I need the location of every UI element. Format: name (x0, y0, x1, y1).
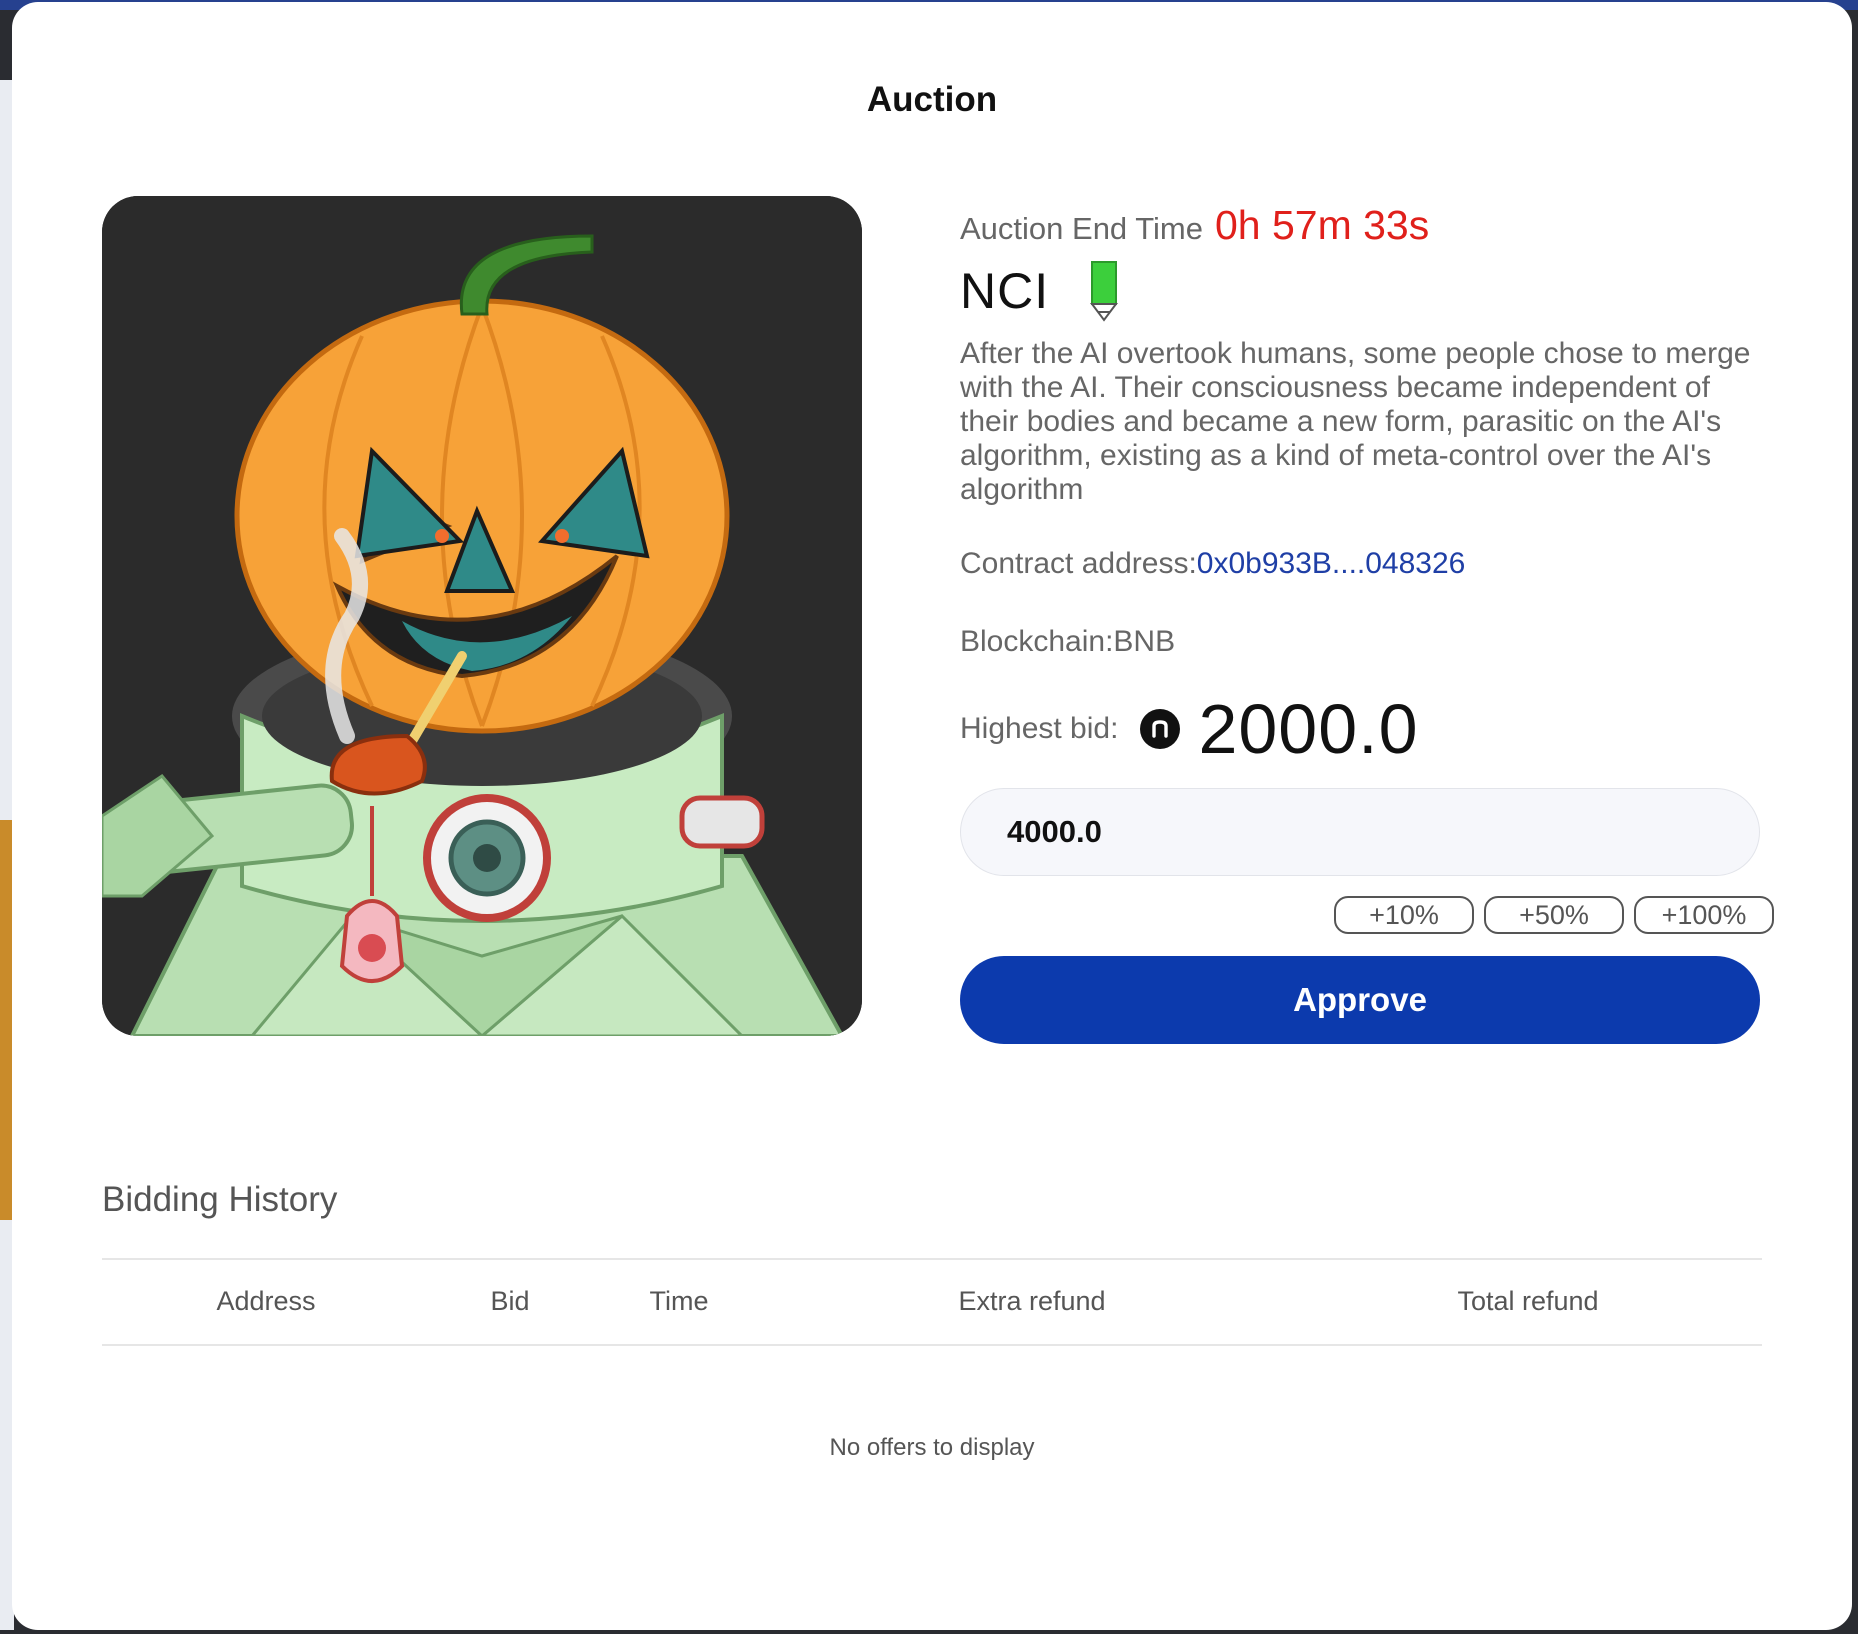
approve-button[interactable]: Approve (960, 956, 1760, 1044)
highest-bid-value: 2000.0 (1198, 690, 1419, 768)
column-total-refund: Total refund (1457, 1286, 1599, 1316)
blockchain-row: Blockchain:BNB (960, 625, 1772, 659)
highest-bid-label: Highest bid: (960, 712, 1119, 745)
green-pencil-badge-icon (1090, 261, 1119, 322)
column-address: Address (216, 1286, 316, 1316)
blockchain-value: BNB (1113, 625, 1176, 658)
column-bid: Bid (490, 1286, 530, 1316)
bidding-history-table: Address Bid Time Extra refund Total refu… (102, 1258, 1762, 1346)
auction-modal: Auction Auction End Time 0h 57m 33s NCI … (12, 2, 1852, 1630)
bidding-history-title: Bidding History (102, 1180, 338, 1219)
contract-address-link[interactable]: 0x0b933B....048326 (1197, 547, 1466, 580)
end-time-label: Auction End Time (960, 211, 1203, 246)
auction-end-time: Auction End Time 0h 57m 33s (960, 202, 1772, 249)
increment-10-button[interactable]: +10% (1334, 896, 1474, 934)
column-time: Time (649, 1286, 709, 1316)
nft-name: NCI (960, 263, 1050, 319)
contract-address-label: Contract address: (960, 547, 1197, 580)
auction-info-panel: Auction End Time 0h 57m 33s NCI After th… (960, 202, 1772, 771)
modal-title: Auction (866, 80, 998, 119)
column-extra-refund: Extra refund (958, 1286, 1106, 1316)
background-card-edge (0, 820, 12, 1220)
nft-description: After the AI overtook humans, some peopl… (960, 337, 1751, 506)
blockchain-label: Blockchain: (960, 625, 1114, 658)
empty-history-message: No offers to display (829, 1434, 1035, 1461)
bid-amount-input[interactable] (960, 788, 1760, 876)
contract-address-row: Contract address:0x0b933B....048326 (960, 547, 1772, 581)
increment-50-button[interactable]: +50% (1484, 896, 1624, 934)
increment-100-button[interactable]: +100% (1634, 896, 1774, 934)
n-coin-icon (1140, 709, 1181, 749)
highest-bid-row: Highest bid: 2000.0 (960, 687, 1772, 771)
end-time-countdown: 0h 57m 33s (1214, 202, 1430, 248)
table-header-row: Address Bid Time Extra refund Total refu… (102, 1260, 1762, 1344)
nft-artwork (102, 196, 862, 1036)
bid-increment-buttons: +10% +50% +100% (1334, 896, 1774, 934)
table-header-divider (102, 1344, 1762, 1346)
nft-name-row: NCI (960, 259, 1772, 323)
